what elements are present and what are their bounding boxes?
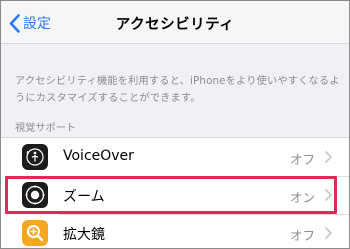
voiceover-label: VoiceOver [63,148,134,164]
voiceover-row[interactable]: VoiceOver オフ [1,138,349,176]
page-title: アクセシビリティ [115,17,235,33]
zoom-label: ズーム [63,189,105,205]
magnifier-icon [22,220,48,246]
voiceover-value: オフ [289,152,315,167]
chevron-right-icon [325,151,332,163]
magnifier-label: 拡大鏡 [63,227,105,243]
magnifier-row[interactable]: 拡大鏡 オフ [1,214,349,248]
zoom-row[interactable]: ズーム オン [1,176,349,214]
zoom-icon [22,182,48,208]
vision-settings-list: VoiceOver オフ ズーム オン 拡大鏡 オフ [1,137,349,248]
section-header-vision: 視覚サポート [15,123,77,134]
navigation-bar: 設定 アクセシビリティ [1,1,349,44]
chevron-right-icon [325,227,332,239]
magnifier-value: オフ [289,228,315,243]
chevron-right-icon [325,189,332,201]
accessibility-description: アクセシビリティ機能を利用すると、iPhoneをより使いやすくなるようにカスタマ… [15,76,340,104]
screen: 設定 アクセシビリティ アクセシビリティ機能を利用すると、iPhoneをより使い… [0,0,350,249]
zoom-value: オン [289,190,315,205]
voiceover-icon [22,144,48,170]
